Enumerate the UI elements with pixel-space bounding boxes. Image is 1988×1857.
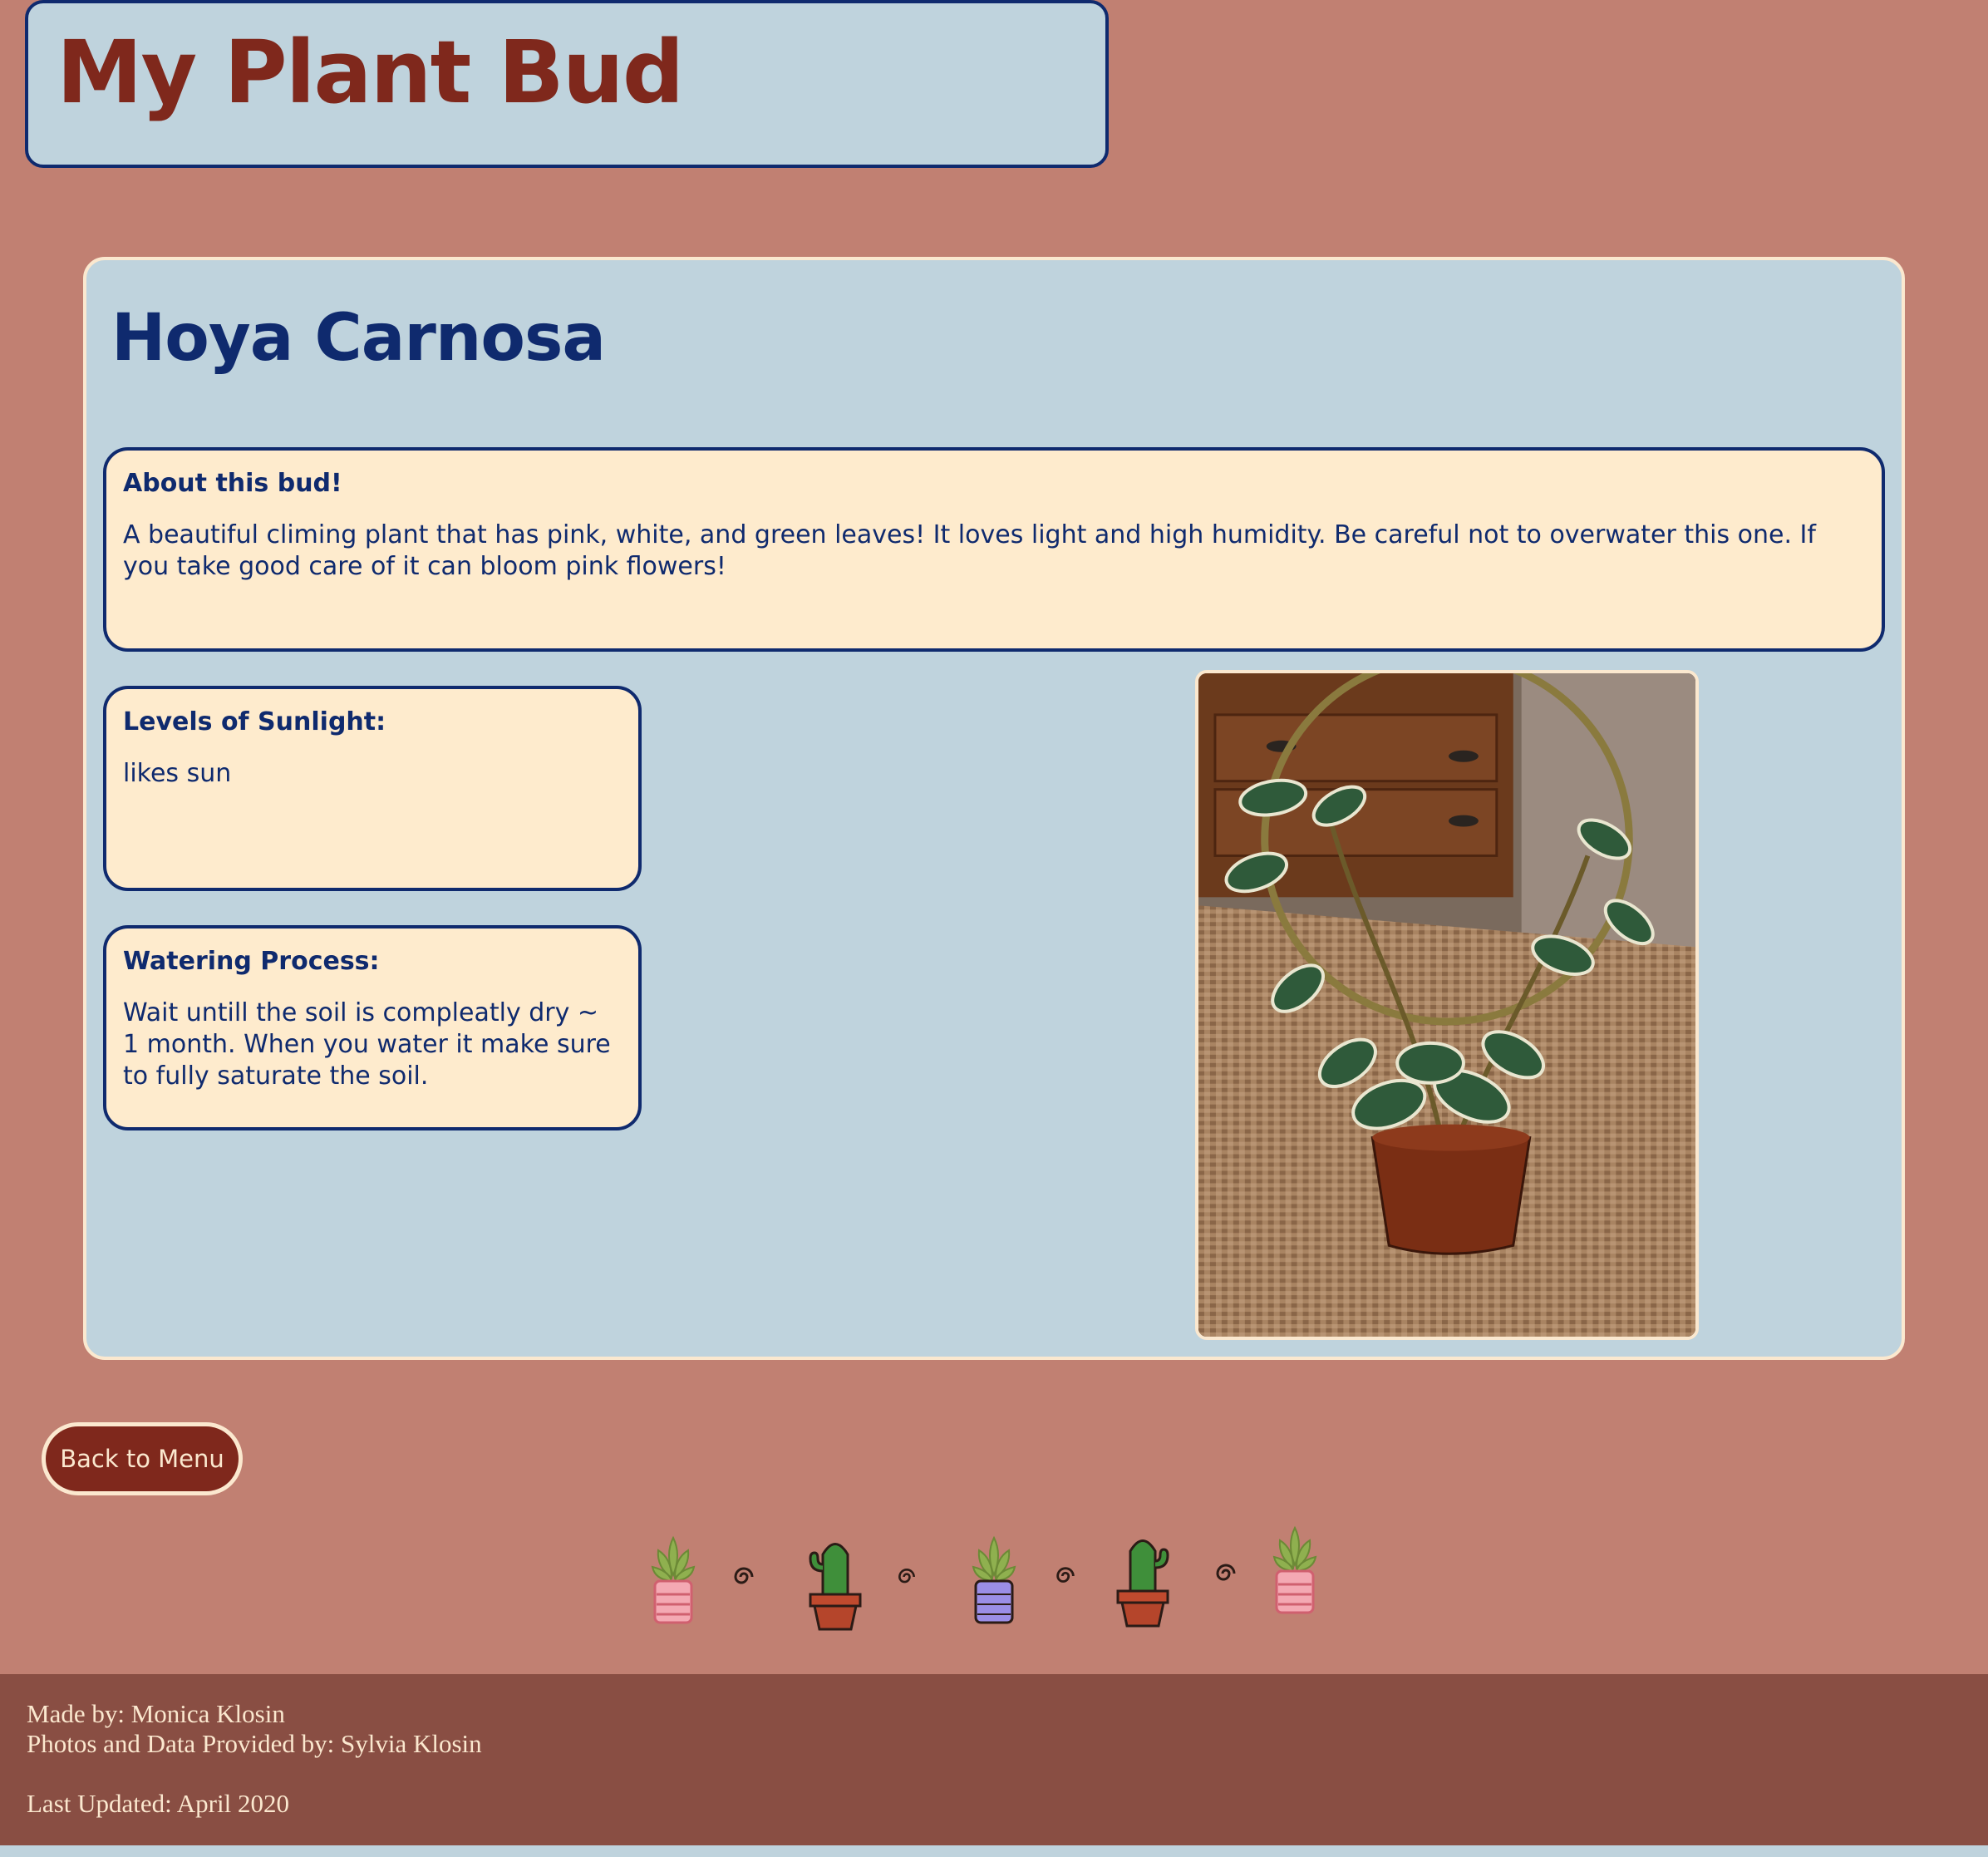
site-header: My Plant Bud: [25, 0, 1109, 168]
swirl-icon: [1216, 1564, 1236, 1581]
swirl-icon: [1056, 1567, 1075, 1583]
plant-name: Hoya Carnosa: [111, 301, 606, 376]
succulent-pink-pot-icon: [1272, 1525, 1317, 1614]
sunlight-box: Levels of Sunlight: likes sun: [103, 686, 642, 891]
succulent-pink-pot-icon: [651, 1535, 696, 1624]
sunlight-heading: Levels of Sunlight:: [123, 707, 386, 736]
cactus-pot-icon: [809, 1543, 862, 1631]
watering-heading: Watering Process:: [123, 947, 380, 976]
swirl-icon: [734, 1567, 754, 1584]
footer-credits: Photos and Data Provided by: Sylvia Klos…: [27, 1729, 482, 1758]
footer-last-updated: Last Updated: April 2020: [27, 1789, 289, 1818]
about-box: About this bud! A beautiful climing plan…: [103, 447, 1885, 652]
about-heading: About this bud!: [123, 469, 342, 498]
decorative-plant-row: [648, 1513, 1338, 1638]
bottom-strip: [0, 1845, 1988, 1857]
about-text: A beautiful climing plant that has pink,…: [123, 520, 1816, 581]
swirl-icon: [898, 1569, 915, 1584]
back-to-menu-button[interactable]: Back to Menu: [42, 1422, 243, 1495]
watering-box: Watering Process: Wait untill the soil i…: [103, 925, 642, 1130]
plant-photo: [1195, 670, 1699, 1340]
cactus-pot-icon: [1116, 1539, 1169, 1628]
site-title: My Plant Bud: [57, 22, 684, 123]
footer-made-by: Made by: Monica Klosin: [27, 1699, 285, 1728]
site-footer: Made by: Monica Klosin Photos and Data P…: [0, 1674, 1988, 1845]
sunlight-text: likes sun: [123, 759, 232, 788]
succulent-purple-pot-icon: [972, 1535, 1016, 1624]
watering-text: Wait untill the soil is compleatly dry ~…: [123, 998, 611, 1091]
